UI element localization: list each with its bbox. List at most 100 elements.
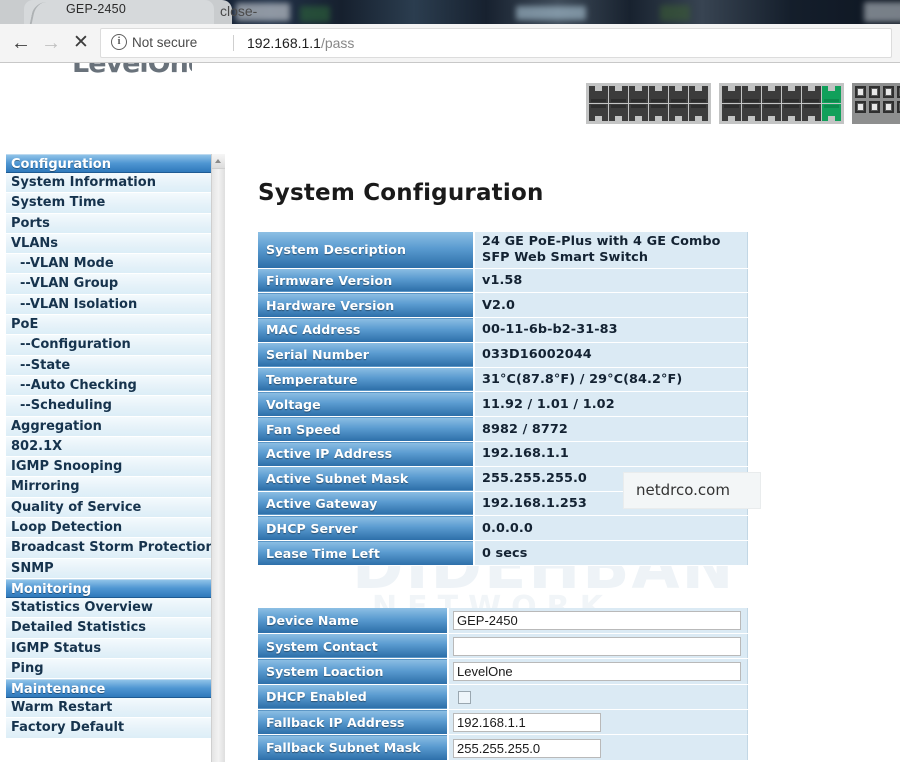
sidebar-item-vlan-mode[interactable]: --VLAN Mode [6, 254, 211, 275]
rj45-port-22[interactable] [802, 104, 821, 121]
input-system-loaction[interactable] [453, 662, 741, 682]
rj45-port-1[interactable] [589, 86, 608, 103]
port-column [722, 86, 741, 121]
sidebar-item-vlans[interactable]: VLANs [6, 233, 211, 255]
info-value-active-ip-address: 192.168.1.1 [474, 441, 748, 467]
sidebar-item-scheduling[interactable]: --Scheduling [6, 396, 211, 417]
rj45-port-24[interactable] [822, 104, 841, 121]
info-icon[interactable]: i [111, 34, 127, 50]
sidebar-item-warm-restart[interactable]: Warm Restart [6, 698, 211, 719]
rj45-port-15[interactable] [742, 86, 761, 103]
rj45-port-12[interactable] [689, 104, 708, 121]
input-system-contact[interactable] [453, 637, 741, 657]
rj45-port-2[interactable] [589, 104, 608, 121]
sfp-port-3[interactable] [869, 86, 880, 98]
rj45-port-14[interactable] [722, 104, 741, 121]
sidebar-item-statistics-overview[interactable]: Statistics Overview [6, 597, 211, 619]
port-bank-2 [719, 83, 844, 124]
sidebar-item-snmp[interactable]: SNMP [6, 558, 211, 579]
sfp-port-bank [852, 83, 900, 124]
back-icon[interactable]: ← [8, 30, 34, 56]
sidebar-item-factory-default[interactable]: Factory Default [6, 718, 211, 739]
security-status-label: Not secure [132, 35, 198, 50]
rj45-port-10[interactable] [669, 104, 688, 121]
sidebar-item-802-1x[interactable]: 802.1X [6, 436, 211, 458]
form-field-cell [448, 734, 748, 761]
sidebar-item-broadcast-storm-protection[interactable]: Broadcast Storm Protection [6, 538, 211, 559]
sfp-port-6[interactable] [883, 101, 894, 113]
sidebar-item-auto-checking[interactable]: --Auto Checking [6, 375, 211, 397]
browser-tab[interactable]: GEP-2450 close-icon [24, 0, 257, 37]
table-row: Active IP Address 192.168.1.1 [258, 441, 748, 467]
info-value-voltage: 11.92 / 1.01 / 1.02 [474, 391, 748, 418]
sfp-column [883, 86, 894, 121]
sidebar-item-vlan-isolation[interactable]: --VLAN Isolation [6, 294, 211, 316]
rj45-port-7[interactable] [649, 86, 668, 103]
sidebar-group-header-maintenance[interactable]: Maintenance [6, 679, 211, 699]
rj45-port-4[interactable] [609, 104, 628, 121]
rj45-port-6[interactable] [629, 104, 648, 121]
form-label-device-name: Device Name [258, 608, 449, 634]
sidebar-item-igmp-status[interactable]: IGMP Status [6, 638, 211, 659]
input-device-name[interactable] [453, 611, 741, 631]
table-row: MAC Address 00-11-6b-b2-31-83 [258, 317, 748, 343]
rj45-port-23[interactable] [822, 86, 841, 103]
sfp-port-1[interactable] [855, 86, 866, 98]
rj45-port-21[interactable] [802, 86, 821, 103]
info-value-lease-time-left: 0 secs [474, 540, 748, 567]
scroll-up-arrow-icon[interactable] [212, 154, 225, 169]
address-bar[interactable]: i Not secure 192.168.1.1/pass [100, 28, 892, 58]
rj45-port-18[interactable] [762, 104, 781, 121]
link-preview-text: netdrco.com [636, 481, 730, 499]
sidebar-item-loop-detection[interactable]: Loop Detection [6, 518, 211, 539]
sidebar-item-ping[interactable]: Ping [6, 658, 211, 680]
port-column [742, 86, 761, 121]
sidebar-item-state[interactable]: --State [6, 355, 211, 376]
rj45-port-11[interactable] [689, 86, 708, 103]
input-fallback-subnet-mask[interactable] [453, 738, 601, 758]
sidebar-item-system-time[interactable]: System Time [6, 193, 211, 214]
stop-icon[interactable]: ✕ [68, 30, 94, 56]
sidebar-group-header-monitoring[interactable]: Monitoring [6, 578, 211, 598]
table-row: System Contact [258, 633, 748, 660]
checkbox-dhcp-enabled[interactable] [458, 691, 471, 705]
sidebar-item-aggregation[interactable]: Aggregation [6, 416, 211, 437]
sidebar-item-ports[interactable]: Ports [6, 213, 211, 234]
info-value-dhcp-server: 0.0.0.0 [474, 515, 748, 542]
rj45-port-5[interactable] [629, 86, 648, 103]
rj45-port-20[interactable] [782, 104, 801, 121]
rj45-port-8[interactable] [649, 104, 668, 121]
rj45-port-9[interactable] [669, 86, 688, 103]
sidebar-scrollbar[interactable] [211, 154, 225, 762]
sfp-port-4[interactable] [869, 101, 880, 113]
sidebar-item-system-information[interactable]: System Information [6, 173, 211, 194]
rj45-port-3[interactable] [609, 86, 628, 103]
sfp-port-2[interactable] [855, 101, 866, 113]
sidebar-item-vlan-group[interactable]: --VLAN Group [6, 274, 211, 295]
sidebar-item-detailed-statistics[interactable]: Detailed Statistics [6, 618, 211, 639]
rj45-port-19[interactable] [782, 86, 801, 103]
browser-chrome: GEP-2450 close-icon ← → ✕ i Not secure 1… [0, 0, 900, 63]
info-label-active-ip-address: Active IP Address [258, 441, 475, 467]
form-label-system-contact: System Contact [258, 633, 449, 660]
sfp-port-5[interactable] [883, 86, 894, 98]
form-label-dhcp-enabled: DHCP Enabled [258, 684, 449, 711]
info-value-hardware-version: V2.0 [474, 292, 748, 319]
switch-web-ui: LevelOne DIDEHBAN NETWORK ConfigurationS… [0, 62, 900, 762]
form-field-cell [448, 658, 748, 685]
sidebar-item-quality-of-service[interactable]: Quality of Service [6, 497, 211, 519]
rj45-port-13[interactable] [722, 86, 741, 103]
port-bank-1 [586, 83, 711, 124]
link-preview-overlay: netdrco.com [623, 472, 761, 509]
forward-icon[interactable]: → [38, 30, 64, 56]
sidebar-item-configuration[interactable]: --Configuration [6, 335, 211, 356]
sidebar-item-poe[interactable]: PoE [6, 315, 211, 336]
sidebar-group-header-configuration[interactable]: Configuration [6, 154, 211, 173]
info-label-hardware-version: Hardware Version [258, 292, 475, 319]
input-fallback-ip-address[interactable] [453, 713, 601, 733]
sidebar-item-mirroring[interactable]: Mirroring [6, 477, 211, 498]
info-label-fan-speed: Fan Speed [258, 416, 475, 443]
rj45-port-17[interactable] [762, 86, 781, 103]
rj45-port-16[interactable] [742, 104, 761, 121]
sidebar-item-igmp-snooping[interactable]: IGMP Snooping [6, 457, 211, 478]
